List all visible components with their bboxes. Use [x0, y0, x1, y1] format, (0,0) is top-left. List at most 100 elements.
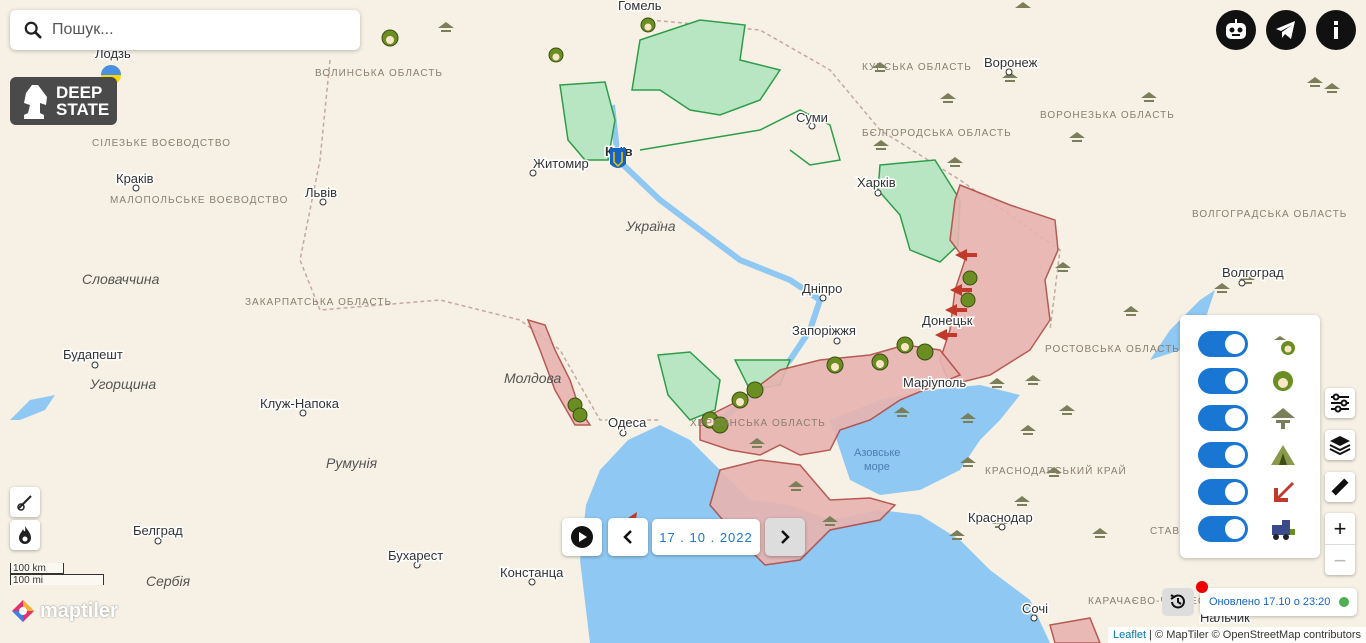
date-field[interactable]: 17 . 10 . 2022 — [652, 519, 760, 555]
toggle-switch[interactable] — [1198, 516, 1248, 542]
search-box[interactable] — [10, 10, 360, 50]
region-label: КРАСНОДАРСЬКИЙ КРАЙ — [985, 464, 1127, 477]
update-status: Оновлено 17.10 о 23:20 — [1200, 588, 1357, 616]
city-label: Бухарест — [388, 548, 443, 563]
country-label: Сербія — [146, 573, 191, 589]
draw-tool-button[interactable] — [10, 487, 40, 517]
toggle-switch[interactable] — [1198, 368, 1248, 394]
maptiler-logo[interactable]: maptiler — [10, 598, 118, 624]
next-date-button[interactable] — [765, 518, 805, 556]
region-label: КАРАЧАЄВО-ЧЕРКЕСІЯ — [1088, 596, 1218, 607]
city-label: Воронеж — [984, 55, 1038, 70]
airfield-icon — [1271, 408, 1295, 429]
region-label: СІЛЕЗЬКЕ ВОЄВОДСТВО — [92, 138, 231, 149]
city-label: Сочі — [1022, 601, 1048, 616]
region-label: ВОЛИНСЬКА ОБЛАСТЬ — [315, 68, 443, 79]
city-label: Одеса — [608, 415, 647, 430]
ruler-button[interactable] — [1325, 472, 1355, 502]
info-icon — [1334, 21, 1338, 39]
toggle-switch[interactable] — [1198, 479, 1248, 505]
search-icon — [24, 21, 42, 39]
live-indicator-icon — [1196, 581, 1208, 593]
city-label: Краків — [116, 171, 154, 186]
map-scale: 100 km 100 mi — [10, 563, 104, 586]
region-label: ХЕРСОНСЬКА ОБЛАСТЬ — [690, 418, 826, 429]
zoom-out-button[interactable]: − — [1325, 545, 1355, 576]
layer-toggle-airfields[interactable] — [1198, 404, 1308, 432]
layer-toggle-camps[interactable] — [1198, 441, 1308, 469]
update-status-text: Оновлено 17.10 о 23:20 — [1209, 596, 1331, 608]
city-label: Запоріжжя — [792, 323, 856, 338]
city-label: Харків — [857, 175, 896, 190]
city-label: Белград — [133, 523, 183, 538]
ruler-icon — [1331, 478, 1349, 496]
history-icon — [1170, 594, 1185, 609]
city-label: Суми — [796, 110, 828, 125]
fire-layer-button[interactable] — [10, 520, 40, 550]
city-label: Львів — [305, 185, 337, 200]
play-icon — [571, 526, 593, 548]
chevron-right-icon — [781, 530, 790, 544]
region-label: РОСТОВСЬКА ОБЛАСТЬ — [1045, 344, 1180, 355]
zoom-in-button[interactable]: + — [1325, 513, 1355, 545]
timeline-controls — [562, 518, 602, 556]
filters-button[interactable] — [1325, 388, 1355, 418]
layers-button[interactable] — [1325, 430, 1355, 460]
layer-toggle-aircraft[interactable] — [1198, 330, 1308, 358]
robot-icon — [1226, 19, 1246, 39]
telegram-icon — [1276, 21, 1295, 39]
country-label: Молдова — [504, 370, 562, 386]
maptiler-logo-text: maptiler — [40, 599, 118, 622]
search-input[interactable] — [50, 20, 334, 40]
telegram-button[interactable] — [1266, 10, 1306, 50]
maptiler-logo-icon — [12, 600, 34, 622]
region-label: ВОЛГОГРАДСЬКА ОБЛАСТЬ — [1192, 209, 1347, 220]
country-label: Угорщина — [89, 376, 156, 392]
artillery-icon — [17, 495, 32, 511]
layer-toggle-trains[interactable] — [1198, 515, 1308, 543]
region-label: ЗАКАРПАТСЬКА ОБЛАСТЬ — [245, 297, 392, 308]
city-label: Дніпро — [802, 281, 842, 296]
city-label: Гомель — [618, 0, 662, 13]
soldier-icon — [1273, 371, 1293, 391]
sea-label: Азовське — [854, 447, 900, 459]
sliders-icon — [1331, 393, 1349, 413]
camp-tent-icon — [1271, 445, 1295, 465]
aircraft-squad-icon — [1274, 336, 1295, 355]
robot-button[interactable] — [1216, 10, 1256, 50]
city-label: Маріуполь — [903, 375, 966, 390]
city-label: Волгоград — [1222, 265, 1284, 280]
timeline-prev — [608, 518, 648, 556]
toggle-switch[interactable] — [1198, 331, 1248, 357]
logo-text-line1: DEEP — [56, 83, 103, 102]
prev-date-button[interactable] — [608, 518, 648, 556]
region-label: КУРСЬКА ОБЛАСТЬ — [862, 62, 972, 73]
play-button[interactable] — [562, 518, 602, 556]
region-label: СТАВ — [1150, 526, 1180, 537]
attribution-text: | © MapTiler © OpenStreetMap contributor… — [1146, 629, 1361, 641]
attribution: Leaflet | © MapTiler © OpenStreetMap con… — [1108, 627, 1366, 643]
fire-icon — [19, 526, 31, 544]
history-button[interactable] — [1162, 588, 1194, 616]
city-label: Констанца — [500, 565, 564, 580]
train-icon — [1272, 520, 1295, 540]
layer-toggle-attacks[interactable] — [1198, 478, 1308, 506]
leaflet-link[interactable]: Leaflet — [1113, 629, 1146, 641]
zoom-control: + − — [1325, 513, 1355, 575]
toggle-switch[interactable] — [1198, 405, 1248, 431]
region-label: МАЛОПОЛЬСЬКЕ ВОЄВОДСТВО — [110, 195, 288, 206]
deepstate-logo[interactable]: DEEP STATE — [10, 77, 117, 125]
info-button[interactable] — [1316, 10, 1356, 50]
layer-toggle-units[interactable] — [1198, 367, 1308, 395]
city-label: Краснодар — [968, 510, 1033, 525]
layers-panel — [1180, 315, 1320, 558]
timeline-next — [765, 518, 805, 556]
sea-label: море — [864, 461, 890, 473]
toggle-switch[interactable] — [1198, 442, 1248, 468]
country-label: Румунія — [326, 455, 378, 471]
chevron-left-icon — [623, 530, 632, 544]
scale-mi: 100 mi — [10, 574, 104, 586]
country-label: Україна — [625, 218, 676, 234]
online-status-icon — [1339, 597, 1349, 607]
timeline-date: 17 . 10 . 2022 — [652, 518, 760, 556]
